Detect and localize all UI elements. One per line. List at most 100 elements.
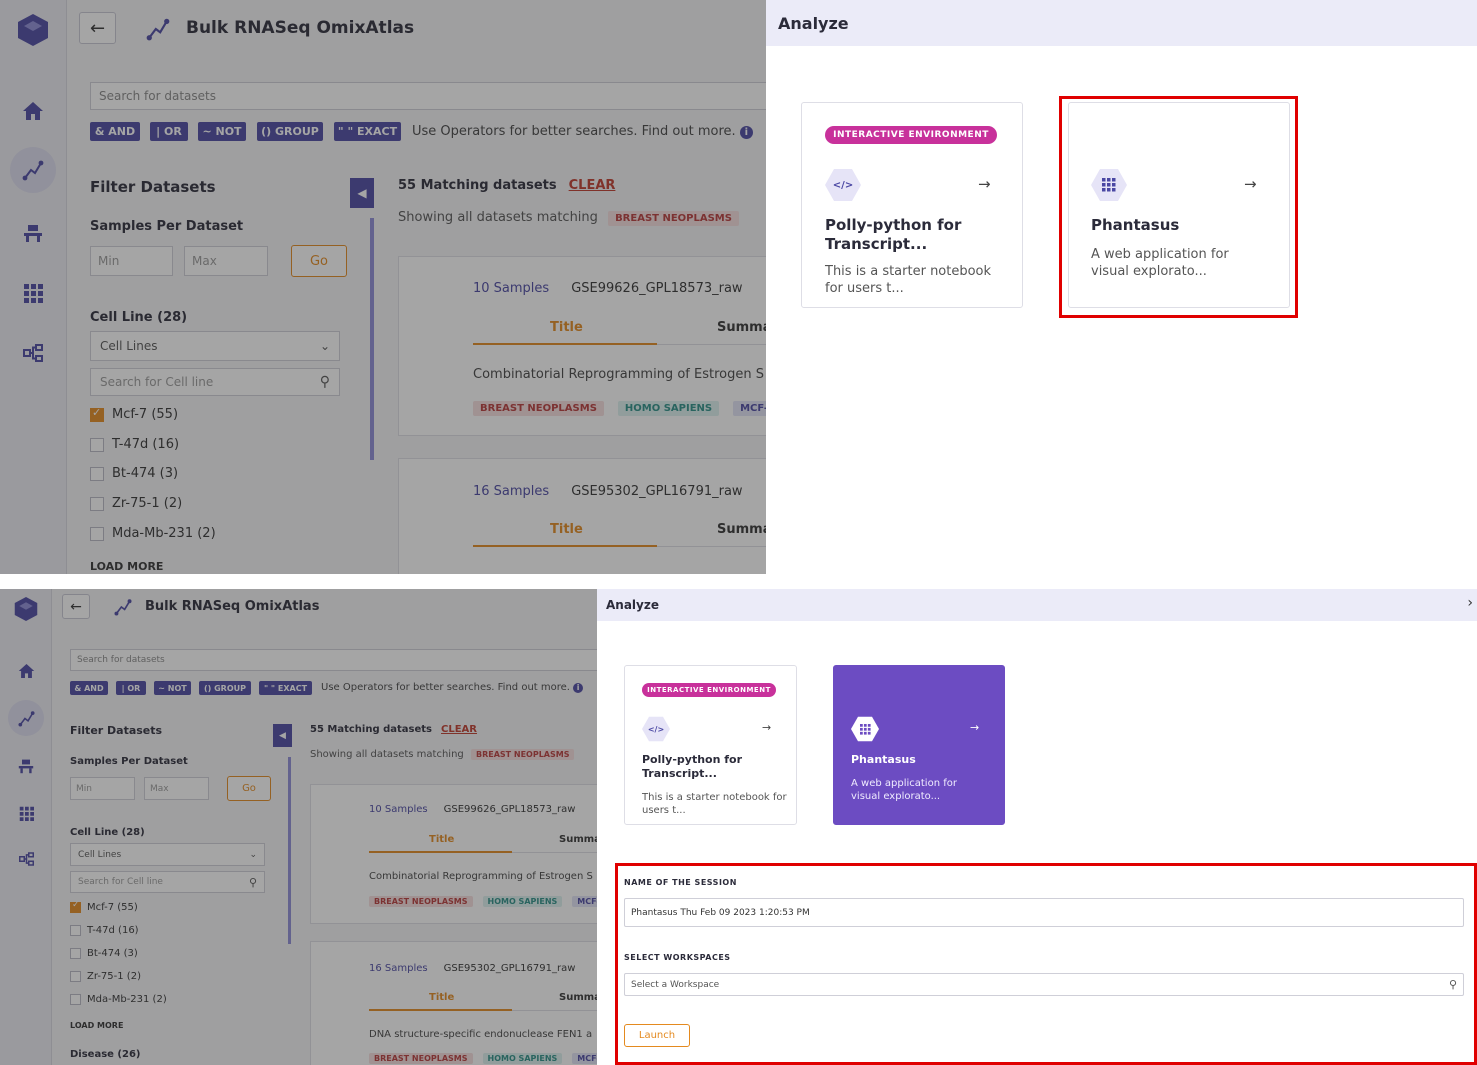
operator-and[interactable]: & AND bbox=[70, 681, 108, 695]
info-icon[interactable]: i bbox=[739, 126, 753, 139]
dataset-card[interactable]: 16 Samples GSE95302_GPL16791_raw Title Su… bbox=[310, 941, 597, 1065]
cell-lines-select[interactable]: Cell Lines ⌄ bbox=[90, 331, 340, 361]
tag-organism[interactable]: HOMO SAPIENS bbox=[482, 1053, 563, 1064]
arrow-right-icon[interactable]: → bbox=[978, 175, 991, 193]
tag-cell-line[interactable]: MCF-7 bbox=[572, 1053, 597, 1064]
launch-button[interactable]: Launch bbox=[624, 1024, 690, 1047]
dataset-id[interactable]: GSE99626_GPL18573_raw bbox=[444, 804, 576, 815]
clear-link[interactable]: CLEAR bbox=[441, 724, 477, 735]
operator-group[interactable]: () GROUP bbox=[199, 681, 251, 695]
load-more-link[interactable]: LOAD MORE bbox=[90, 560, 163, 573]
session-name-input[interactable]: Phantasus Thu Feb 09 2023 1:20:53 PM bbox=[624, 898, 1464, 927]
tab-title[interactable]: Title bbox=[429, 992, 454, 1003]
cell-line-option[interactable]: T-47d (16) bbox=[70, 925, 139, 936]
go-button[interactable]: Go bbox=[291, 245, 347, 277]
tab-title[interactable]: Title bbox=[550, 522, 583, 537]
env-card-phantasus-selected[interactable]: → Phantasus A web application for visual… bbox=[833, 665, 1005, 825]
chevron-right-icon[interactable]: › bbox=[1467, 595, 1473, 611]
back-button[interactable]: ← bbox=[79, 12, 116, 44]
active-filter-tag[interactable]: BREAST NEOPLASMS bbox=[608, 211, 739, 226]
home-icon[interactable] bbox=[14, 659, 38, 683]
checkbox[interactable] bbox=[70, 948, 81, 959]
checkbox[interactable] bbox=[90, 466, 104, 481]
info-icon[interactable]: i bbox=[573, 683, 584, 693]
operator-or[interactable]: | OR bbox=[116, 681, 146, 695]
operator-not[interactable]: ~ NOT bbox=[198, 122, 246, 141]
checkbox[interactable] bbox=[90, 526, 104, 541]
pipeline-icon[interactable] bbox=[14, 847, 38, 871]
arrow-right-icon[interactable]: → bbox=[970, 721, 979, 734]
back-button[interactable]: ← bbox=[62, 594, 90, 619]
cell-line-search-input[interactable]: Search for Cell line ⚲ bbox=[90, 368, 340, 396]
tab-title[interactable]: Title bbox=[550, 320, 583, 335]
load-more-link[interactable]: LOAD MORE bbox=[70, 1021, 123, 1030]
cell-line-search-input[interactable]: Search for Cell line ⚲ bbox=[70, 871, 265, 893]
checkbox[interactable] bbox=[90, 437, 104, 452]
checkbox[interactable] bbox=[70, 925, 81, 936]
operator-exact[interactable]: " " EXACT bbox=[259, 681, 312, 695]
max-samples-input[interactable]: Max bbox=[144, 777, 209, 800]
env-card-phantasus[interactable]: → Phantasus A web application for visual… bbox=[1068, 102, 1290, 308]
min-samples-input[interactable]: Min bbox=[70, 777, 135, 800]
operator-or[interactable]: | OR bbox=[150, 122, 188, 141]
dataset-id[interactable]: GSE99626_GPL18573_raw bbox=[571, 281, 742, 296]
tag-organism[interactable]: HOMO SAPIENS bbox=[482, 896, 563, 907]
active-filter-tag[interactable]: BREAST NEOPLASMS bbox=[470, 749, 575, 760]
checkbox-checked[interactable] bbox=[70, 900, 81, 913]
pipeline-icon[interactable] bbox=[18, 338, 48, 368]
hexagon-logo-icon[interactable] bbox=[15, 12, 51, 48]
min-samples-input[interactable]: Min bbox=[90, 246, 173, 276]
filter-scrollbar[interactable] bbox=[370, 218, 374, 460]
collapse-filter-button[interactable]: ◀ bbox=[273, 724, 292, 747]
cell-line-option[interactable]: Bt-474 (3) bbox=[90, 466, 178, 481]
tag-disease[interactable]: BREAST NEOPLASMS bbox=[369, 1053, 473, 1064]
grid-icon[interactable] bbox=[18, 278, 48, 308]
env-card-polly-python[interactable]: INTERACTIVE ENVIRONMENT </> → Polly-pyth… bbox=[624, 665, 797, 825]
arrow-right-icon[interactable]: → bbox=[1244, 175, 1257, 193]
dataset-card[interactable]: 10 Samples GSE99626_GPL18573_raw Title Su… bbox=[310, 784, 597, 924]
dataset-search-input[interactable]: Search for datasets bbox=[70, 649, 597, 671]
workspace-select-input[interactable]: Select a Workspace ⚲ bbox=[624, 973, 1464, 996]
dataset-id[interactable]: GSE95302_GPL16791_raw bbox=[444, 963, 576, 974]
dataset-search-input[interactable]: Search for datasets bbox=[90, 82, 766, 110]
workspace-icon[interactable] bbox=[14, 754, 38, 778]
cell-lines-select[interactable]: Cell Lines ⌄ bbox=[70, 843, 265, 866]
atlas-icon[interactable] bbox=[10, 147, 56, 193]
cell-line-option[interactable]: Zr-75-1 (2) bbox=[70, 971, 141, 982]
tag-cell-line[interactable]: MCF-7 bbox=[733, 401, 766, 416]
workspace-icon[interactable] bbox=[18, 218, 48, 248]
go-button[interactable]: Go bbox=[227, 776, 271, 801]
dataset-card[interactable]: 10 Samples GSE99626_GPL18573_raw Title Su… bbox=[398, 256, 766, 436]
checkbox[interactable] bbox=[90, 496, 104, 511]
hexagon-logo-icon[interactable] bbox=[12, 595, 40, 623]
atlas-icon[interactable] bbox=[8, 700, 44, 736]
tag-organism[interactable]: HOMO SAPIENS bbox=[617, 401, 720, 416]
collapse-filter-button[interactable]: ◀ bbox=[350, 178, 374, 208]
cell-line-option[interactable]: Mda-Mb-231 (2) bbox=[90, 526, 216, 541]
tag-disease[interactable]: BREAST NEOPLASMS bbox=[369, 896, 473, 907]
grid-icon[interactable] bbox=[14, 801, 38, 825]
cell-line-option[interactable]: Zr-75-1 (2) bbox=[90, 496, 182, 511]
tab-summary[interactable]: Summa bbox=[559, 992, 597, 1003]
clear-link[interactable]: CLEAR bbox=[569, 178, 616, 193]
tab-summary[interactable]: Summa bbox=[717, 320, 766, 335]
cell-line-option[interactable]: Mcf-7 (55) bbox=[90, 406, 178, 422]
tab-summary[interactable]: Summa bbox=[559, 834, 597, 845]
tab-title[interactable]: Title bbox=[429, 834, 454, 845]
dataset-id[interactable]: GSE95302_GPL16791_raw bbox=[571, 484, 742, 499]
arrow-right-icon[interactable]: → bbox=[762, 721, 771, 734]
tag-cell-line[interactable]: MCF-7 bbox=[572, 896, 597, 907]
operator-and[interactable]: & AND bbox=[90, 122, 140, 141]
checkbox[interactable] bbox=[70, 994, 81, 1005]
cell-line-option[interactable]: Bt-474 (3) bbox=[70, 948, 138, 959]
home-icon[interactable] bbox=[18, 96, 48, 126]
cell-line-option[interactable]: Mda-Mb-231 (2) bbox=[70, 994, 167, 1005]
operator-not[interactable]: ~ NOT bbox=[154, 681, 191, 695]
operator-exact[interactable]: " " EXACT bbox=[334, 122, 401, 141]
max-samples-input[interactable]: Max bbox=[184, 246, 268, 276]
tag-disease[interactable]: BREAST NEOPLASMS bbox=[473, 401, 604, 416]
checkbox-checked[interactable] bbox=[90, 406, 104, 422]
cell-line-option[interactable]: T-47d (16) bbox=[90, 437, 179, 452]
checkbox[interactable] bbox=[70, 971, 81, 982]
cell-line-option[interactable]: Mcf-7 (55) bbox=[70, 900, 138, 913]
